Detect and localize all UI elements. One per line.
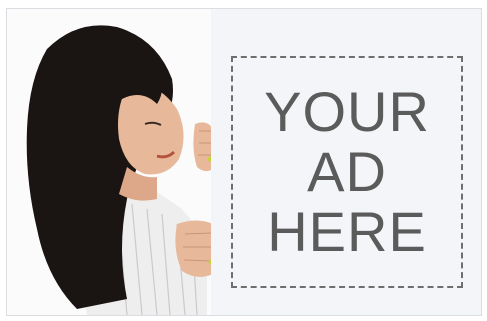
ad-text-line-1: YOUR [264,80,430,143]
ad-text-line-2: AD [307,140,387,203]
woman-photo [7,9,217,315]
ad-banner[interactable]: YOUR AD HERE [6,8,482,316]
ad-board: YOUR AD HERE [211,9,481,315]
ad-placeholder-box: YOUR AD HERE [231,56,463,288]
ad-text-line-3: HERE [267,200,427,263]
